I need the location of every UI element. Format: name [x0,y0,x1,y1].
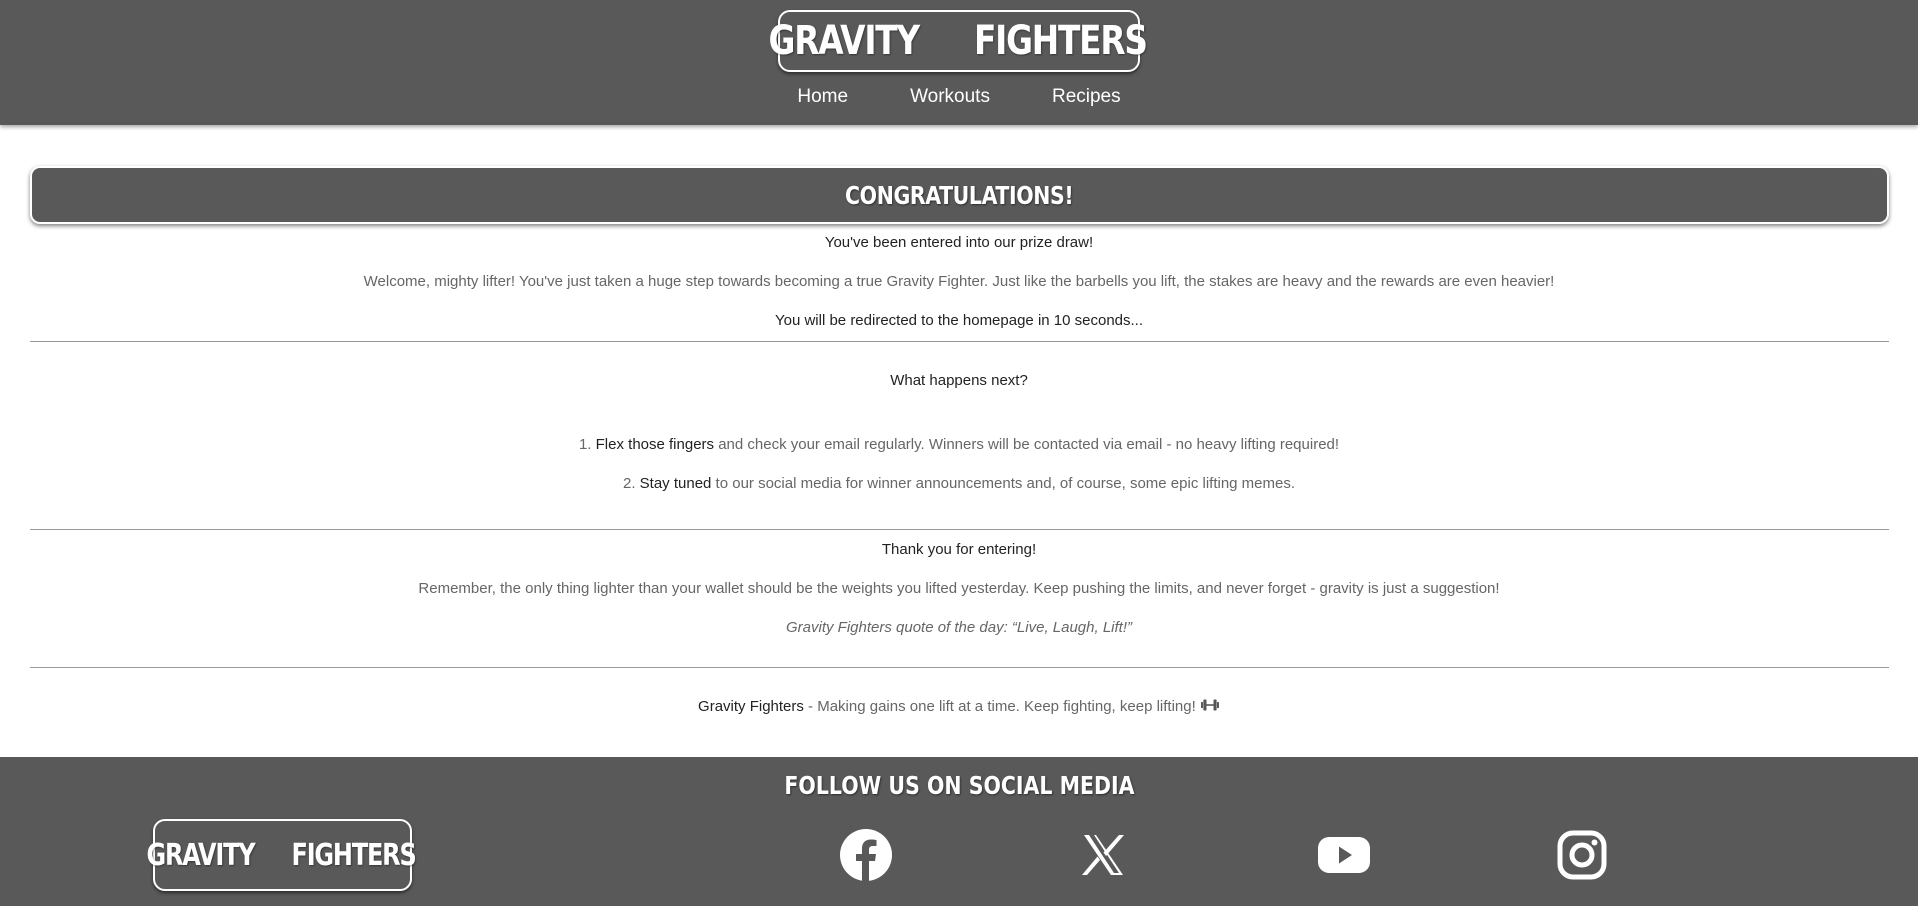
follow-title: FOLLOW US ON SOCIAL MEDIA [0,771,1918,800]
instagram-icon[interactable] [1554,827,1610,883]
facebook-icon[interactable] [838,827,894,883]
welcome-message: Welcome, mighty lifter! You've just take… [363,273,1555,290]
step-bold: Stay tuned [639,475,712,492]
logo-text-right: FIGHTERS [291,837,417,873]
main-nav: Home Workouts Recipes [0,86,1918,116]
logo-text-left: GRAVITY [146,837,256,873]
nav-workouts[interactable]: Workouts [910,86,990,116]
thanks-title: Thank you for entering! [881,541,1037,558]
divider [30,667,1889,668]
step-number: 2. [622,475,636,492]
site-header: GRAVITY FIGHTERS Home Workouts Recipes [0,0,1918,125]
youtube-icon[interactable] [1316,827,1372,883]
step-bold: Flex those fingers [595,436,715,453]
quote-of-the-day: Gravity Fighters quote of the day: “Live… [785,619,1132,636]
divider [30,341,1889,342]
follow-title-text: FOLLOW US ON SOCIAL MEDIA [783,771,1135,800]
banner-title: CONGRATULATIONS! [845,180,1074,210]
step-1: 1. Flex those fingers and check your ema… [0,436,1918,453]
divider [30,529,1889,530]
step-2: 2. Stay tuned to our social media for wi… [0,475,1918,492]
site-footer: FOLLOW US ON SOCIAL MEDIA GRAVITY FIGHTE… [0,757,1918,906]
dumbbell-icon [1201,699,1219,711]
site-logo[interactable]: GRAVITY FIGHTERS [768,10,1148,72]
footer-logo[interactable]: GRAVITY FIGHTERS [147,819,417,891]
remember-message: Remember, the only thing lighter than yo… [418,580,1500,597]
x-icon[interactable] [1075,827,1131,883]
tagline: Gravity Fighters - Making gains one lift… [0,698,1918,715]
step-text: to our social media for winner announcem… [711,475,1296,492]
tagline-text: - Making gains one lift at a time. Keep … [803,698,1196,715]
logo-text-right: FIGHTERS [974,18,1148,64]
entered-message: You've been entered into our prize draw! [824,234,1094,251]
next-title: What happens next? [890,372,1028,389]
congratulations-banner: CONGRATULATIONS! [30,166,1889,224]
step-text: and check your email regularly. Winners … [714,436,1340,453]
tagline-brand: Gravity Fighters [698,698,804,715]
nav-home[interactable]: Home [797,86,848,116]
nav-recipes[interactable]: Recipes [1052,86,1121,116]
step-number: 1. [578,436,592,453]
redirect-message: You will be redirected to the homepage i… [774,312,1144,329]
logo-text-left: GRAVITY [768,18,920,64]
